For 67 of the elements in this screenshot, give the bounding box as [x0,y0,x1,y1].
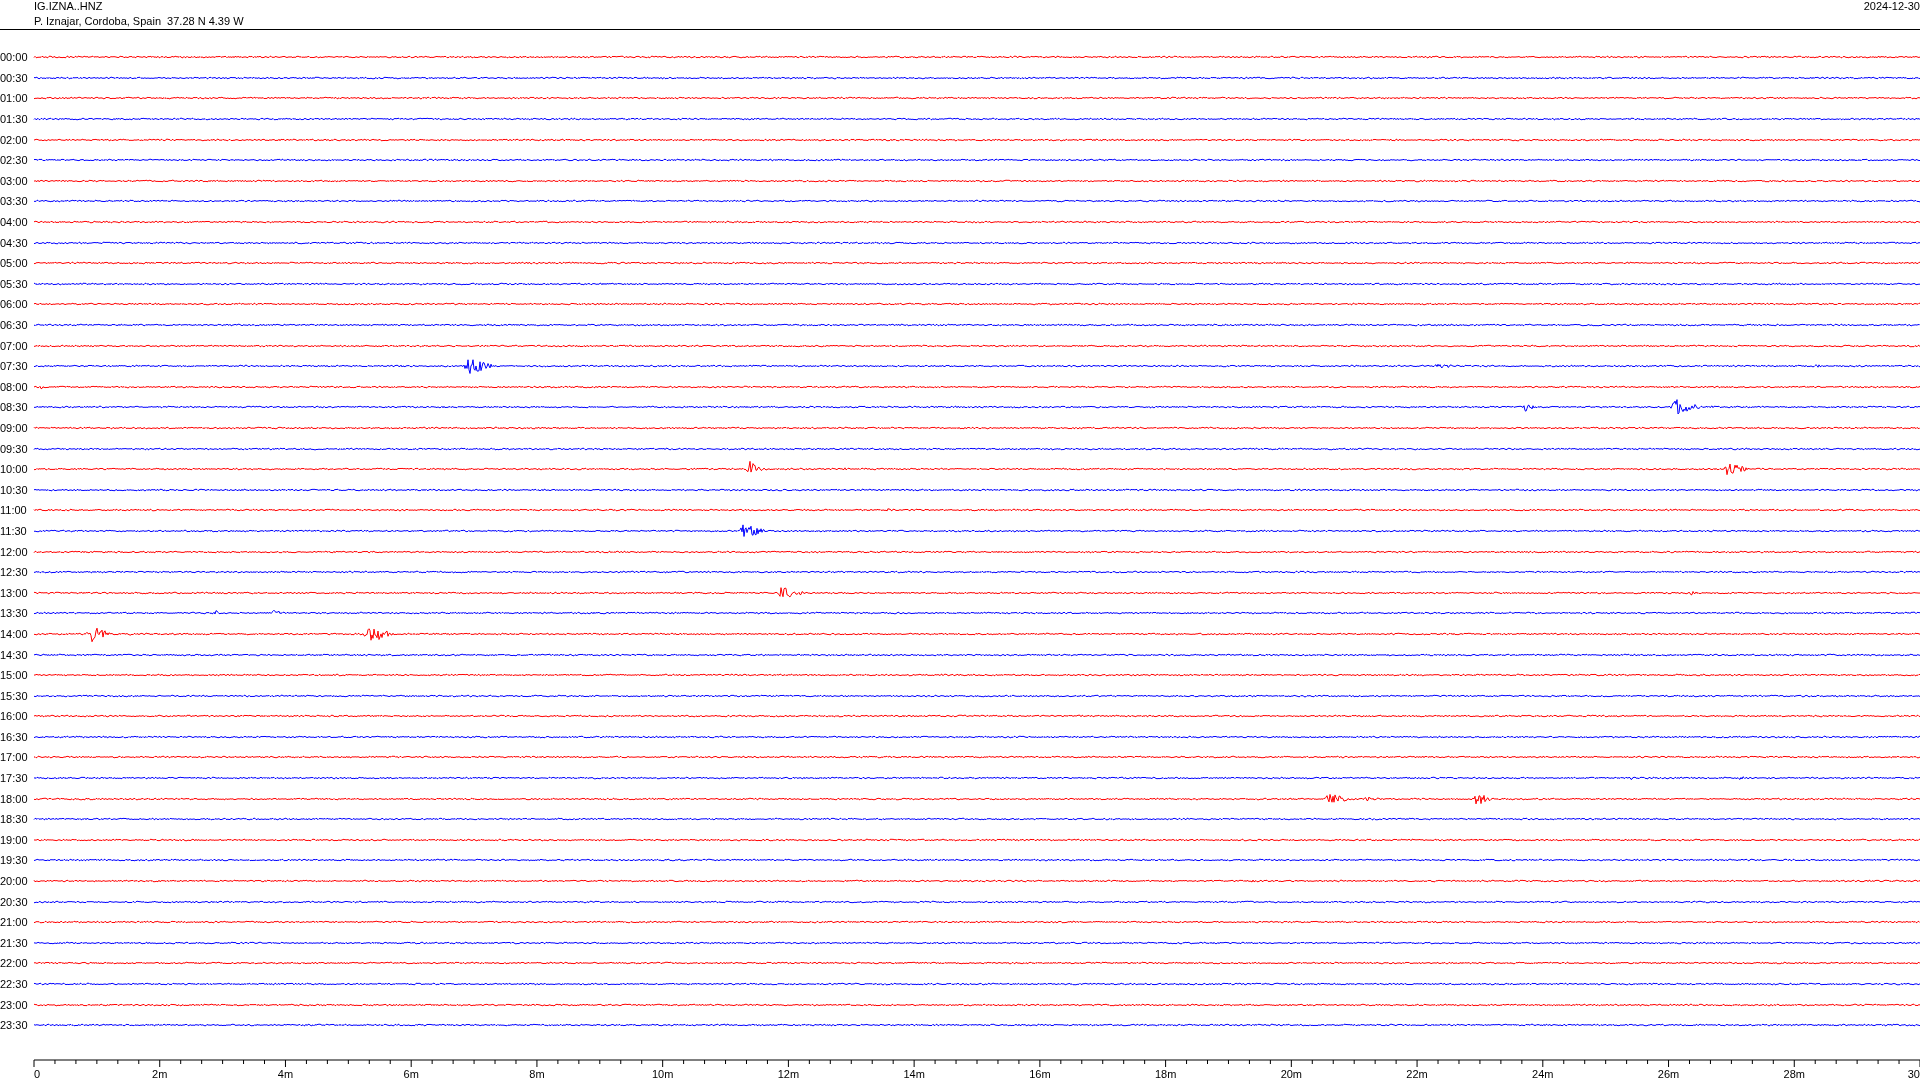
time-label: 15:30 [0,689,29,702]
time-label: 11:00 [0,504,28,517]
time-label: 01:30 [0,113,29,126]
time-label: 23:00 [0,998,29,1011]
time-label: 22:30 [0,978,29,990]
time-label: 07:00 [0,339,29,352]
time-label: 12:00 [0,545,29,558]
station-code: IG.IZNA..HNZ [34,0,104,13]
time-label: 21:30 [0,936,29,949]
time-label: 04:30 [0,236,29,249]
axis-label: 6m [403,1067,419,1080]
time-label: 08:30 [0,401,29,414]
time-label: 00:00 [0,51,29,64]
time-label: 10:30 [0,483,29,496]
time-label: 20:30 [0,895,29,908]
time-label: 18:00 [0,792,29,805]
time-label: 03:30 [0,195,29,208]
time-label: 16:00 [0,710,29,723]
axis-label: 16m [1029,1067,1051,1080]
time-label: 05:00 [0,257,29,270]
time-label: 17:00 [0,751,29,764]
time-label: 10:00 [0,463,29,476]
axis-label: 26m [1657,1067,1680,1080]
axis-label: 28m [1783,1067,1805,1080]
time-label: 09:00 [0,422,29,434]
axis-label: 10m [651,1067,674,1080]
time-label: 19:00 [0,833,29,846]
time-label: 02:00 [0,133,29,146]
axis-label: 8m [529,1067,545,1080]
time-label: 16:30 [0,730,29,743]
axis-label: 30 [1907,1067,1920,1080]
axis-label: 20m [1280,1067,1303,1080]
date-label: 2024-12-30 [1863,0,1920,14]
time-label: 20:00 [0,875,29,888]
axis-label: 24m [1532,1067,1554,1080]
time-label: 11:30 [0,524,28,537]
time-label: 13:00 [0,586,29,599]
time-label: 02:30 [0,154,29,167]
time-label: 12:30 [0,566,29,579]
time-label: 18:30 [0,813,29,826]
time-label: 05:30 [0,277,29,290]
axis-label: 4m [277,1067,294,1080]
axis-label: 18m [1154,1067,1177,1080]
time-label: 21:00 [0,916,29,929]
time-label: 04:00 [0,216,29,229]
time-label: 06:30 [0,319,29,331]
time-label: 00:30 [0,71,29,84]
time-label: 01:00 [0,92,29,105]
time-label: 14:00 [0,627,29,640]
time-label: 23:30 [0,1019,29,1032]
time-label: 17:30 [0,772,29,785]
time-label: 15:00 [0,669,29,682]
axis-label: 14m [903,1067,925,1080]
axis-label: 0 [34,1067,41,1080]
axis-label: 12m [777,1067,800,1080]
axis-label: 22m [1406,1067,1428,1080]
time-label: 07:30 [0,360,29,373]
time-label: 13:30 [0,607,29,620]
time-label: 19:30 [0,854,29,867]
axis-label: 2m [152,1067,168,1080]
time-label: 03:00 [0,174,29,187]
time-label: 14:30 [0,648,29,661]
time-label: 08:00 [0,380,29,393]
time-label: 06:00 [0,298,29,311]
time-label: 22:00 [0,957,29,970]
time-label: 09:30 [0,442,29,455]
station-location: P. Iznajar, Cordoba, Spain 37.28 N 4.39 W [34,15,244,28]
